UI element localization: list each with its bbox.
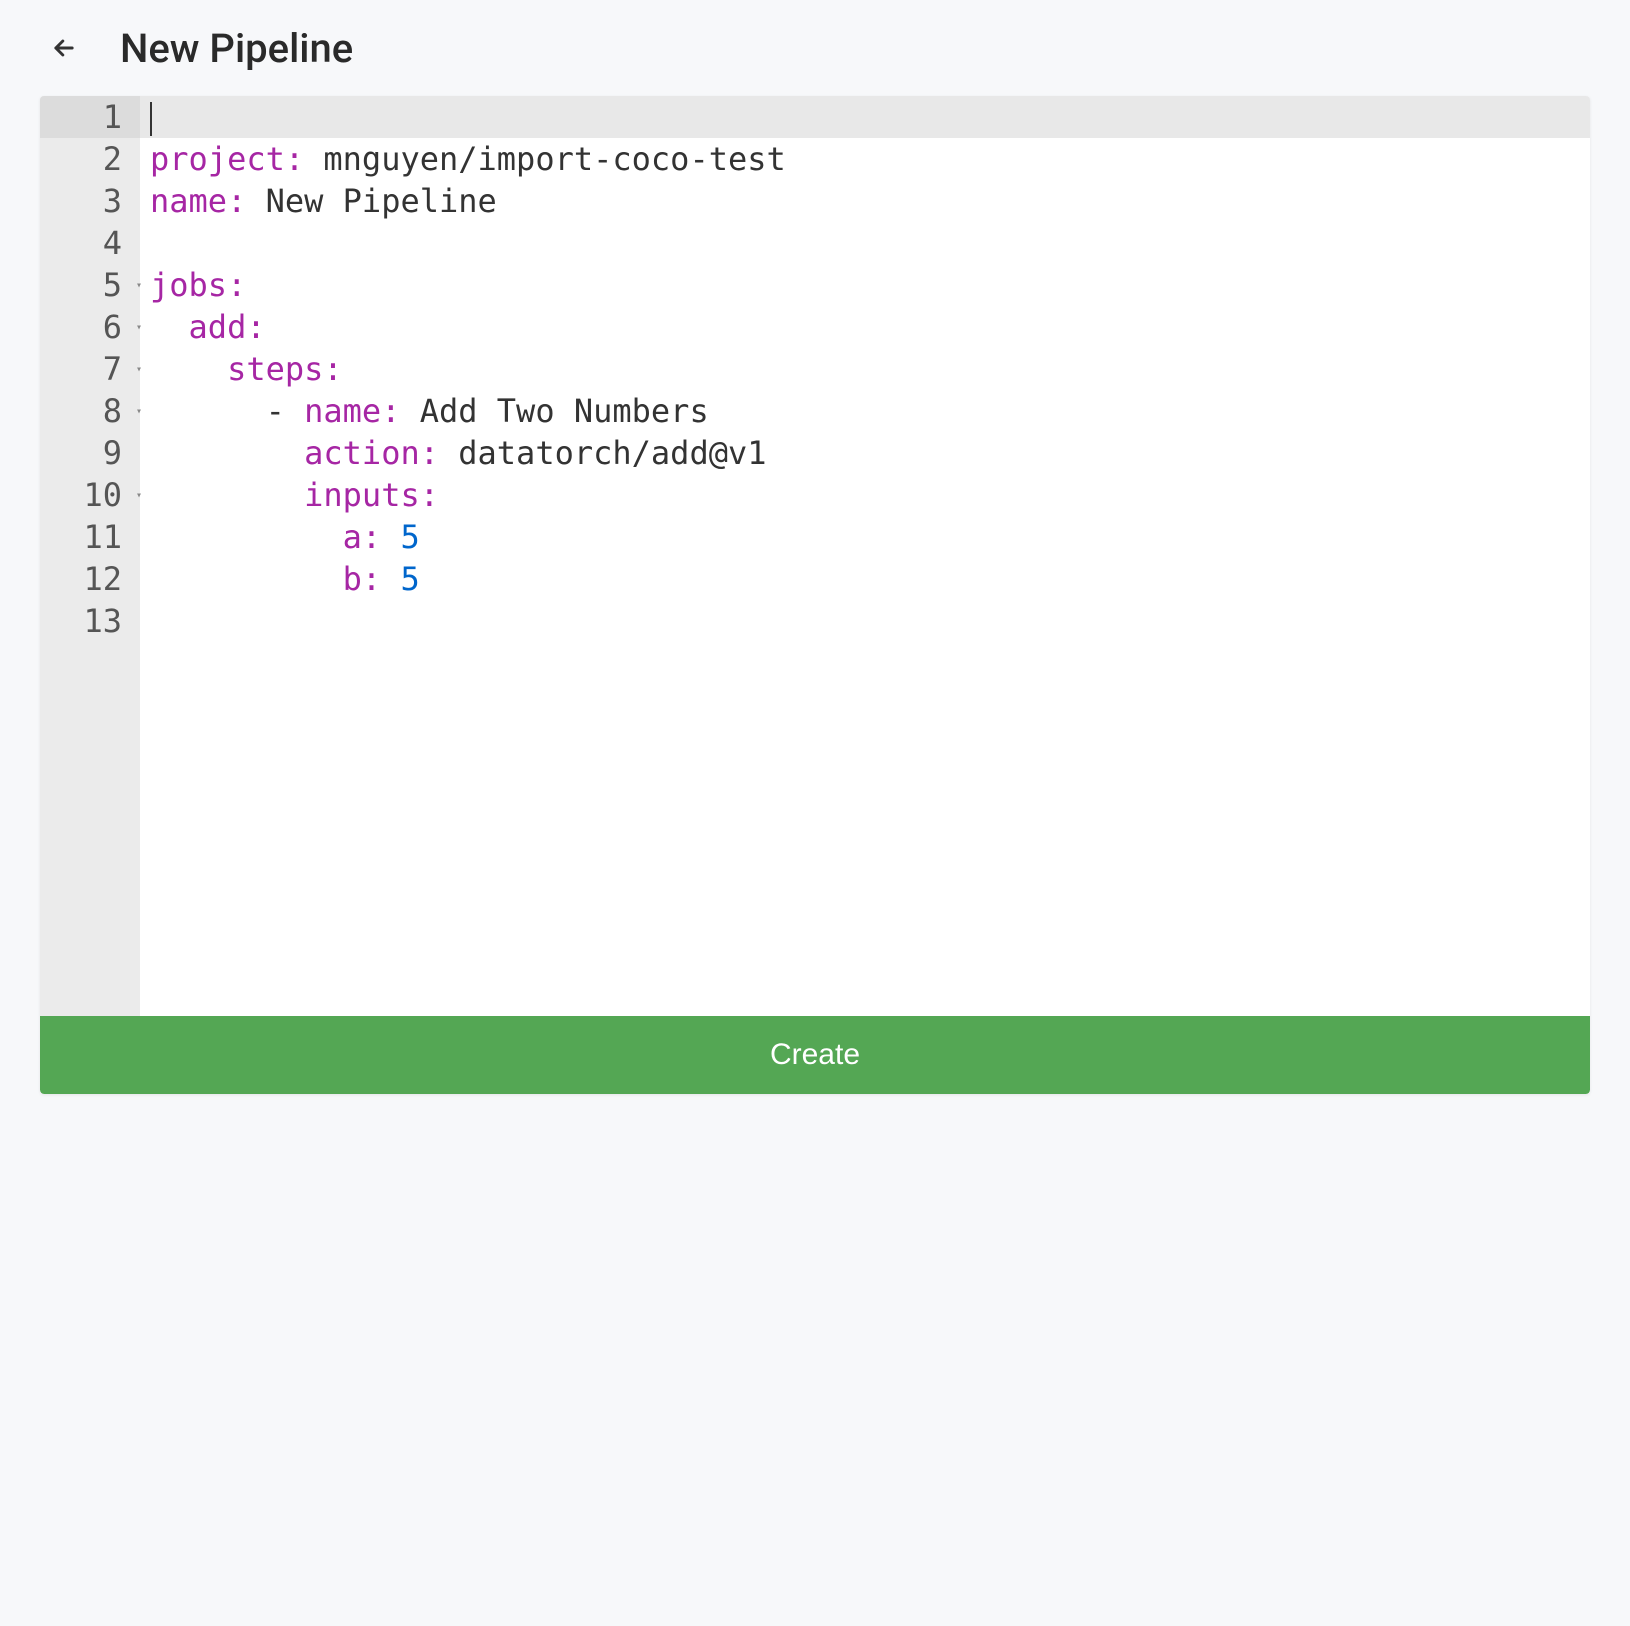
- code-line[interactable]: inputs:: [140, 474, 1590, 516]
- gutter-line: 12: [40, 558, 140, 600]
- header: New Pipeline: [0, 0, 1630, 96]
- code-area[interactable]: project: mnguyen/import-coco-test name: …: [140, 96, 1590, 1016]
- code-line[interactable]: [140, 600, 1590, 642]
- code-line[interactable]: project: mnguyen/import-coco-test: [140, 138, 1590, 180]
- code-line[interactable]: name: New Pipeline: [140, 180, 1590, 222]
- gutter-line: 13: [40, 600, 140, 642]
- code-line[interactable]: - name: Add Two Numbers: [140, 390, 1590, 432]
- code-line[interactable]: b: 5: [140, 558, 1590, 600]
- code-editor[interactable]: 12345▾6▾7▾8▾910▾111213 project: mnguyen/…: [40, 96, 1590, 1016]
- gutter-line: 11: [40, 516, 140, 558]
- gutter-line: 8▾: [40, 390, 140, 432]
- code-line[interactable]: action: datatorch/add@v1: [140, 432, 1590, 474]
- gutter-line: 5▾: [40, 264, 140, 306]
- back-button[interactable]: [40, 24, 88, 72]
- code-line[interactable]: add:: [140, 306, 1590, 348]
- text-cursor: [150, 102, 152, 136]
- gutter-line: 3: [40, 180, 140, 222]
- gutter-line: 6▾: [40, 306, 140, 348]
- page-title: New Pipeline: [120, 25, 353, 72]
- code-line[interactable]: [140, 96, 1590, 138]
- gutter-line: 1: [40, 96, 140, 138]
- code-line[interactable]: steps:: [140, 348, 1590, 390]
- editor-container: 12345▾6▾7▾8▾910▾111213 project: mnguyen/…: [40, 96, 1590, 1094]
- arrow-left-icon: [50, 34, 78, 62]
- gutter-line: 7▾: [40, 348, 140, 390]
- create-button[interactable]: Create: [40, 1016, 1590, 1094]
- code-line[interactable]: [140, 222, 1590, 264]
- gutter-line: 4: [40, 222, 140, 264]
- code-line[interactable]: a: 5: [140, 516, 1590, 558]
- gutter-line: 10▾: [40, 474, 140, 516]
- code-line[interactable]: jobs:: [140, 264, 1590, 306]
- editor-gutter: 12345▾6▾7▾8▾910▾111213: [40, 96, 140, 1016]
- gutter-line: 2: [40, 138, 140, 180]
- gutter-line: 9: [40, 432, 140, 474]
